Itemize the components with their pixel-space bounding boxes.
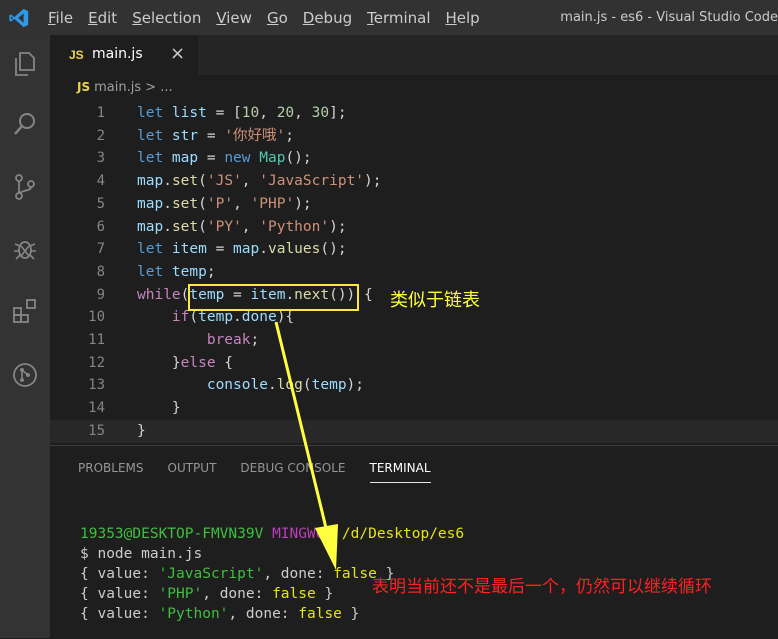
annotation-arrow: [274, 321, 338, 570]
